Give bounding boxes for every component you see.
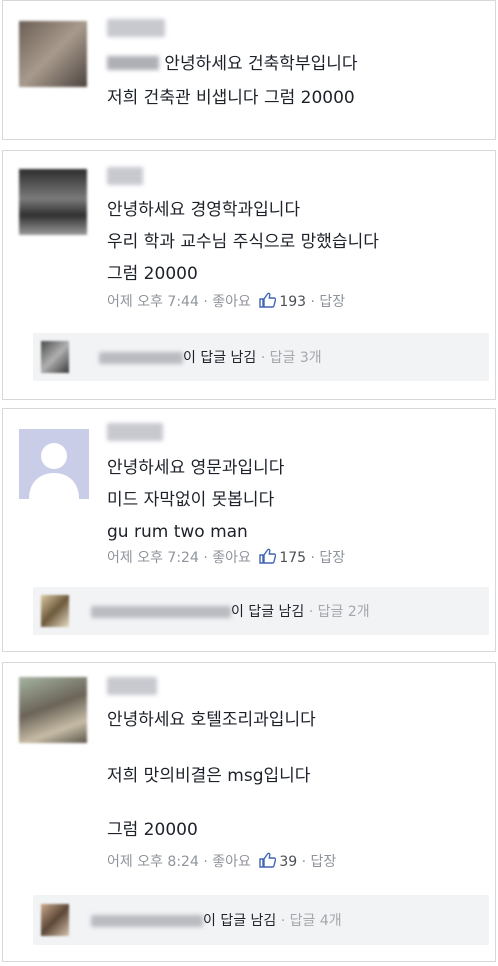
- replier-name-blurred: [99, 352, 183, 364]
- thumbs-up-icon: [259, 548, 277, 564]
- reply-avatar: [41, 341, 69, 373]
- replier-name-blurred: [91, 606, 231, 618]
- author-name-blurred[interactable]: [107, 167, 143, 185]
- avatar[interactable]: [19, 677, 87, 743]
- thumbs-up-icon: [259, 292, 277, 308]
- comment-meta: 어제 오후 8:24 · 좋아요 39 · 답장: [107, 852, 337, 870]
- comment-text-line: 안녕하세요 호텔조리과입니다: [107, 710, 316, 730]
- like-count[interactable]: 193: [255, 292, 310, 310]
- reply-avatar: [41, 904, 69, 936]
- reply-summary[interactable]: 이 답글 남김 · 답글 2개: [33, 587, 489, 635]
- like-link[interactable]: 좋아요: [212, 550, 251, 566]
- comment-text-line: gu rum two man: [107, 522, 248, 542]
- timestamp[interactable]: 어제 오후 7:44: [107, 294, 199, 310]
- reply-summary[interactable]: 이 답글 남김 · 답글 3개: [33, 333, 489, 381]
- timestamp[interactable]: 어제 오후 7:24: [107, 550, 199, 566]
- like-link[interactable]: 좋아요: [212, 294, 251, 310]
- thumbs-up-icon: [259, 852, 277, 868]
- comment-meta: 어제 오후 7:24 · 좋아요 175 · 답장: [107, 548, 346, 566]
- comment-card: 안녕하세요 건축학부입니다 저희 건축관 비샙니다 그럼 20000: [2, 0, 496, 140]
- reply-count[interactable]: 답글 3개: [270, 350, 322, 366]
- comment-text-line: 안녕하세요 건축학부입니다: [107, 53, 358, 75]
- comment-card: 안녕하세요 호텔조리과입니다 저희 맛의비결은 msg입니다 그럼 20000 …: [2, 662, 496, 962]
- reply-summary-text: 이 답글 남김: [183, 350, 257, 366]
- comment-text-line: 저희 맛의비결은 msg입니다: [107, 766, 311, 786]
- avatar[interactable]: [19, 21, 87, 87]
- timestamp[interactable]: 어제 오후 8:24: [107, 854, 199, 870]
- reply-avatar: [41, 595, 69, 627]
- author-name-blurred[interactable]: [107, 423, 163, 441]
- like-count[interactable]: 175: [255, 548, 310, 566]
- person-silhouette-icon: [29, 443, 79, 499]
- tagged-name-blurred[interactable]: [107, 56, 159, 70]
- author-name-blurred[interactable]: [107, 19, 165, 37]
- like-link[interactable]: 좋아요: [212, 854, 251, 870]
- comment-text-line: 우리 학과 교수님 주식으로 망했습니다: [107, 232, 379, 252]
- default-avatar[interactable]: [19, 429, 89, 499]
- reply-count[interactable]: 답글 4개: [290, 913, 342, 929]
- comment-text-line: 미드 자막없이 못봅니다: [107, 490, 275, 510]
- reply-count[interactable]: 답글 2개: [318, 604, 370, 620]
- comment-text-line: 안녕하세요 영문과입니다: [107, 458, 285, 478]
- reply-link[interactable]: 답장: [319, 550, 345, 566]
- reply-link[interactable]: 답장: [311, 854, 337, 870]
- like-count[interactable]: 39: [255, 852, 301, 870]
- comment-card: 안녕하세요 영문과입니다 미드 자막없이 못봅니다 gu rum two man…: [2, 408, 496, 652]
- reply-summary-text: 이 답글 남김: [231, 604, 305, 620]
- reply-summary-text: 이 답글 남김: [203, 913, 277, 929]
- comment-card: 안녕하세요 경영학과입니다 우리 학과 교수님 주식으로 망했습니다 그럼 20…: [2, 150, 496, 400]
- reply-link[interactable]: 답장: [319, 294, 345, 310]
- comment-text-line: 저희 건축관 비샙니다 그럼 20000: [107, 88, 355, 108]
- replier-name-blurred: [91, 915, 203, 927]
- comment-text-line: 그럼 20000: [107, 820, 198, 840]
- comment-text-line: 그럼 20000: [107, 264, 198, 284]
- comment-text-line: 안녕하세요 경영학과입니다: [107, 200, 301, 220]
- avatar[interactable]: [19, 169, 87, 235]
- reply-summary[interactable]: 이 답글 남김 · 답글 4개: [33, 895, 489, 945]
- comment-meta: 어제 오후 7:44 · 좋아요 193 · 답장: [107, 292, 346, 310]
- author-name-blurred[interactable]: [107, 677, 157, 695]
